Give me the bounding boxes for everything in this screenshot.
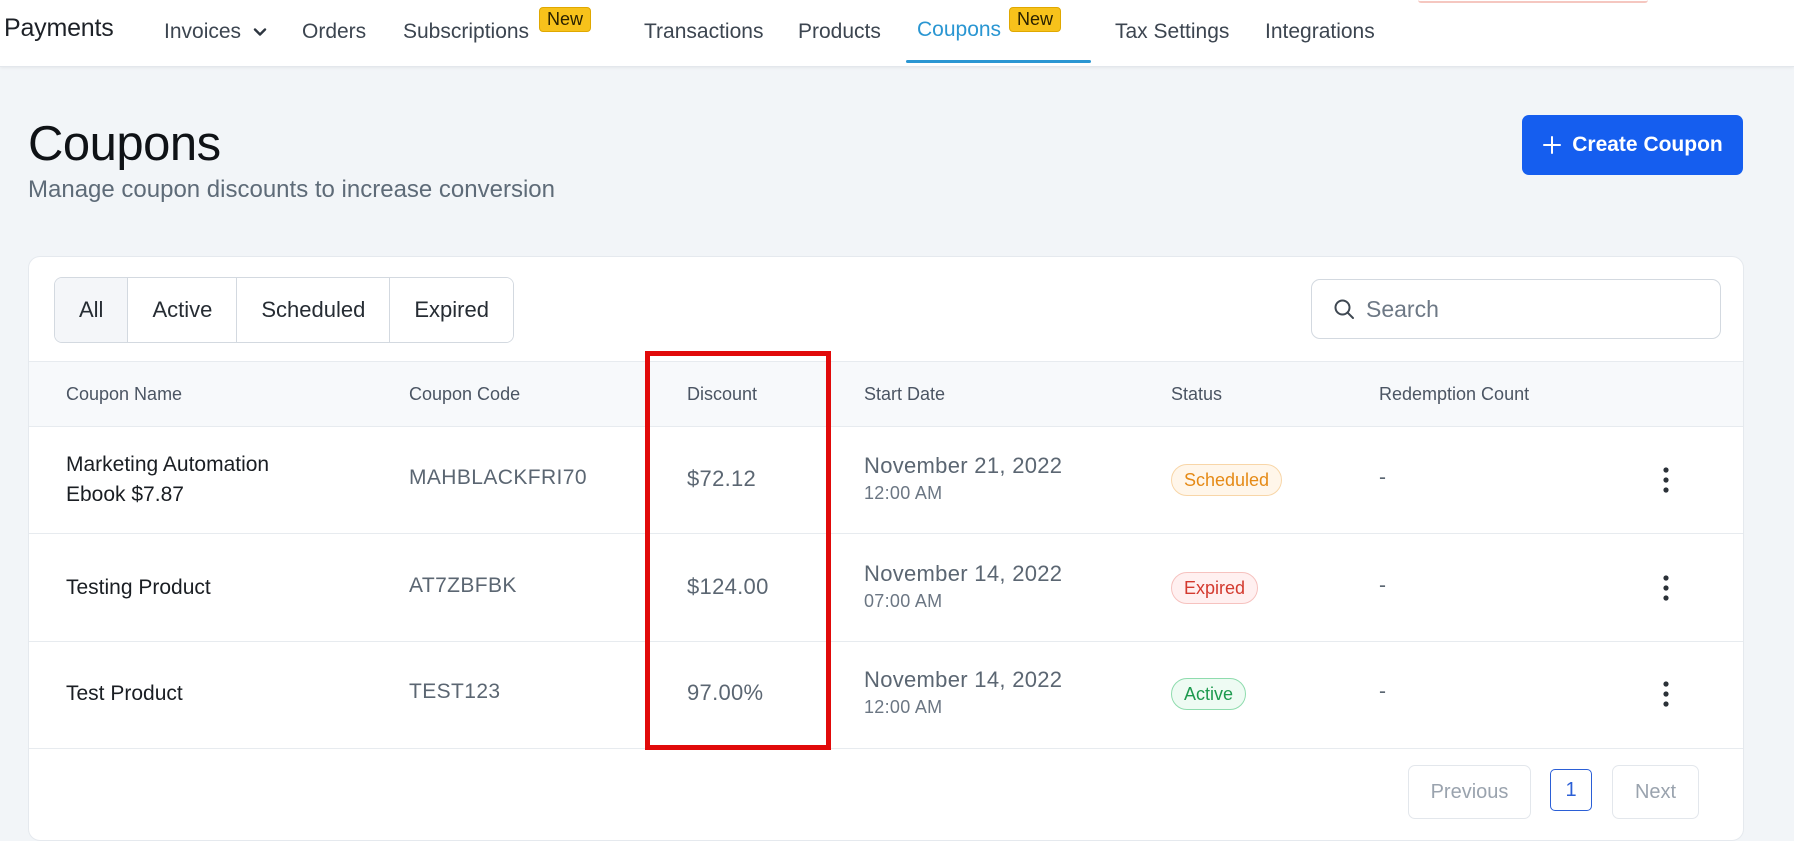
nav-item-invoices[interactable]: Invoices xyxy=(164,20,241,44)
coupon-name: Testing Product xyxy=(66,576,211,599)
redemption-count: - xyxy=(1379,466,1386,489)
status-badge: Scheduled xyxy=(1171,464,1283,496)
column-header-status[interactable]: Status xyxy=(1171,384,1222,405)
more-vertical-icon[interactable] xyxy=(1656,680,1676,708)
start-time: 12:00 AM xyxy=(864,697,943,717)
nav-item-orders[interactable]: Orders xyxy=(302,20,366,44)
nav-item-transactions[interactable]: Transactions xyxy=(644,20,763,44)
coupon-discount: $124.00 xyxy=(687,574,769,599)
coupon-name: Test Product xyxy=(66,682,183,705)
status-filter-tabs: All Active Scheduled Expired xyxy=(54,277,514,343)
start-date: November 14, 2022 xyxy=(864,667,1063,692)
column-header-discount[interactable]: Discount xyxy=(687,384,757,405)
active-tab-indicator xyxy=(906,60,1091,63)
status-badge: Expired xyxy=(1171,572,1259,604)
create-coupon-button[interactable]: Create Coupon xyxy=(1522,115,1743,175)
redemption-count: - xyxy=(1379,680,1386,703)
search-icon xyxy=(1334,299,1354,319)
nav-item-products[interactable]: Products xyxy=(798,20,881,44)
new-badge: New xyxy=(1009,7,1062,32)
start-date: November 14, 2022 xyxy=(864,561,1063,586)
table-row[interactable]: Test Product TEST123 97.00% November 14,… xyxy=(29,642,1743,749)
nav-item-coupons[interactable]: Coupons xyxy=(917,18,1001,42)
filter-all[interactable]: All xyxy=(55,278,129,342)
coupon-name-line: Marketing Automation xyxy=(66,453,270,476)
search-box[interactable] xyxy=(1311,279,1721,339)
redemption-count: - xyxy=(1379,574,1386,597)
nav-item-integrations[interactable]: Integrations xyxy=(1265,20,1375,44)
coupons-card: All Active Scheduled Expired Coupon Name… xyxy=(28,256,1744,841)
table-header: Coupon Name Coupon Code Discount Start D… xyxy=(29,361,1743,427)
chevron-down-icon[interactable] xyxy=(252,24,268,40)
coupon-name-line: Ebook $7.87 xyxy=(66,483,184,506)
table-row[interactable]: Testing Product AT7ZBFBK $124.00 Novembe… xyxy=(29,535,1743,642)
page-number-button[interactable]: 1 xyxy=(1550,769,1592,811)
coupon-name: Marketing Automation Ebook $7.87 xyxy=(66,450,269,510)
start-time: 07:00 AM xyxy=(864,591,943,611)
column-header-start-date[interactable]: Start Date xyxy=(864,384,945,405)
top-navigation: Payments Invoices Orders Subscriptions N… xyxy=(0,0,1794,67)
coupon-code: TEST123 xyxy=(409,680,501,703)
search-input[interactable] xyxy=(1364,294,1704,324)
new-badge: New xyxy=(539,7,592,32)
page-subtitle: Manage coupon discounts to increase conv… xyxy=(28,176,555,203)
topbar-decoration xyxy=(1418,0,1648,3)
previous-page-button[interactable]: Previous xyxy=(1408,765,1531,819)
coupon-discount: $72.12 xyxy=(687,466,757,491)
nav-item-tax-settings[interactable]: Tax Settings xyxy=(1115,20,1229,44)
page-title: Coupons xyxy=(28,117,221,171)
more-vertical-icon[interactable] xyxy=(1656,466,1676,494)
next-page-button[interactable]: Next xyxy=(1612,765,1699,819)
column-header-coupon-name[interactable]: Coupon Name xyxy=(66,384,182,405)
create-coupon-label: Create Coupon xyxy=(1572,133,1723,156)
coupon-code: AT7ZBFBK xyxy=(409,574,517,597)
status-badge: Active xyxy=(1171,678,1247,710)
filter-active[interactable]: Active xyxy=(128,278,238,342)
coupon-discount: 97.00% xyxy=(687,680,764,705)
table-row[interactable]: Marketing Automation Ebook $7.87 MAHBLAC… xyxy=(29,427,1743,534)
nav-item-subscriptions[interactable]: Subscriptions xyxy=(403,20,529,44)
plus-icon xyxy=(1543,136,1562,154)
more-vertical-icon[interactable] xyxy=(1656,574,1676,602)
nav-item-label: Invoices xyxy=(164,20,242,43)
start-date: November 21, 2022 xyxy=(864,453,1063,478)
filter-expired[interactable]: Expired xyxy=(390,278,513,342)
column-header-redemption-count[interactable]: Redemption Count xyxy=(1379,384,1529,405)
column-header-coupon-code[interactable]: Coupon Code xyxy=(409,384,520,405)
start-time: 12:00 AM xyxy=(864,483,943,503)
coupon-code: MAHBLACKFRI70 xyxy=(409,466,587,489)
filter-scheduled[interactable]: Scheduled xyxy=(237,278,391,342)
app-title: Payments xyxy=(4,14,114,42)
